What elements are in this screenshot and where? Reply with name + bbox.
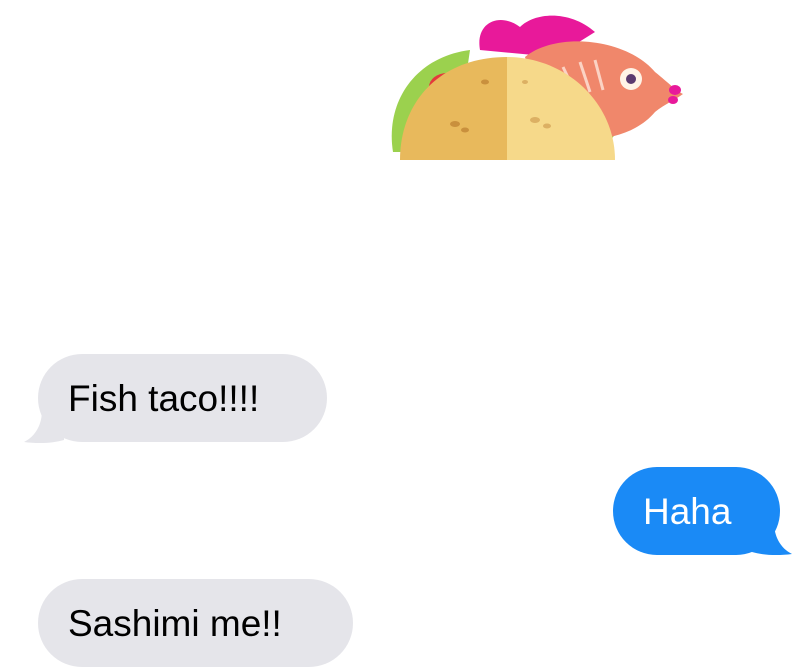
message-text: Haha xyxy=(643,490,732,532)
fish-taco-sticker-icon[interactable] xyxy=(385,12,690,172)
message-bubble-incoming[interactable]: Fish taco!!!! xyxy=(38,354,327,442)
message-text: Fish taco!!!! xyxy=(68,377,260,419)
message-text: Sashimi me!! xyxy=(68,602,282,644)
message-bubble-incoming[interactable]: Sashimi me!! xyxy=(38,579,353,667)
bubble-tail xyxy=(24,410,64,444)
bubble-tail xyxy=(752,522,792,556)
